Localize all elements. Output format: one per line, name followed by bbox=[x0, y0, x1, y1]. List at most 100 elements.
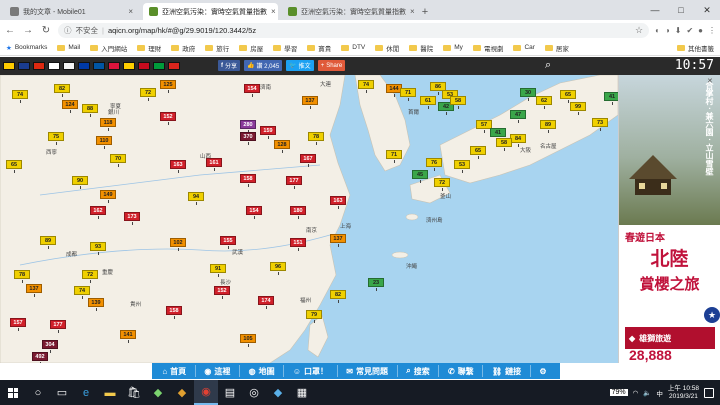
aqi-marker[interactable]: 75 bbox=[48, 132, 64, 145]
aqi-marker[interactable]: 159 bbox=[260, 126, 276, 139]
aqi-marker[interactable]: 102 bbox=[170, 238, 186, 251]
flag-vietnam-icon[interactable] bbox=[168, 62, 180, 70]
aqi-marker[interactable]: 74 bbox=[358, 80, 374, 93]
aqi-marker[interactable]: 72 bbox=[140, 88, 156, 101]
like-button[interactable]: 👍 讚 2,045 bbox=[244, 60, 283, 71]
aqi-marker[interactable]: 53 bbox=[454, 160, 470, 173]
flag-spain-icon[interactable] bbox=[138, 62, 150, 70]
aqi-marker[interactable]: 154 bbox=[246, 206, 262, 219]
edge-icon[interactable]: e bbox=[74, 380, 98, 405]
flag-myanmar-icon[interactable] bbox=[3, 62, 15, 70]
bookmark-item[interactable]: 電視劇 bbox=[472, 43, 503, 53]
aqi-marker[interactable]: 174 bbox=[258, 296, 274, 309]
aqi-marker[interactable]: 280 bbox=[240, 120, 256, 133]
aqi-marker[interactable]: 158 bbox=[166, 306, 182, 319]
app-icon[interactable]: ◆ bbox=[170, 380, 194, 405]
aqi-marker[interactable]: 139 bbox=[88, 298, 104, 311]
aqi-marker[interactable]: 110 bbox=[96, 136, 112, 149]
browser-tab[interactable]: 亞洲空氣污染：實時空氣質量指數 × bbox=[143, 3, 278, 20]
close-tab-icon[interactable]: × bbox=[410, 7, 415, 16]
aqi-marker[interactable]: 152 bbox=[160, 112, 176, 125]
new-tab-button[interactable]: + bbox=[417, 3, 433, 20]
advertisement[interactable]: 合掌村 · 兼六園 · 立山雪壁 ✕ 春遊日本 北陸 賞櫻之旅 ◆ 雄獅旅遊 ★… bbox=[618, 75, 720, 363]
file-explorer-icon[interactable]: ▬ bbox=[98, 380, 122, 405]
aqi-marker[interactable]: 84 bbox=[510, 134, 526, 147]
bookmark-item[interactable]: DTV bbox=[341, 43, 365, 53]
aqi-marker[interactable]: 58 bbox=[450, 96, 466, 109]
extension-icon[interactable]: ◑ bbox=[665, 26, 670, 35]
other-bookmarks[interactable]: 其他書籤 bbox=[677, 43, 714, 53]
aqi-marker[interactable]: 180 bbox=[290, 206, 306, 219]
bookmark-item[interactable]: Mail bbox=[57, 43, 80, 53]
bookmark-item[interactable]: 醫院 bbox=[409, 43, 433, 53]
aqi-marker[interactable]: 177 bbox=[286, 176, 302, 189]
aqi-marker[interactable]: 149 bbox=[100, 190, 116, 203]
aqi-marker[interactable]: 72 bbox=[434, 178, 450, 191]
minimize-button[interactable]: — bbox=[642, 0, 668, 20]
aqi-marker[interactable]: 88 bbox=[82, 104, 98, 117]
flag-korea-icon[interactable] bbox=[63, 62, 75, 70]
aqi-marker[interactable]: 70 bbox=[110, 154, 126, 167]
aqi-marker[interactable]: 61 bbox=[420, 96, 436, 109]
aqi-marker[interactable]: 167 bbox=[300, 154, 316, 167]
flag-uk-icon[interactable] bbox=[18, 62, 30, 70]
nav-location[interactable]: ◉ 這裡 bbox=[204, 366, 230, 377]
aqi-marker[interactable]: 137 bbox=[330, 234, 346, 247]
close-window-button[interactable]: ✕ bbox=[694, 0, 720, 20]
app-icon[interactable]: ◎ bbox=[242, 380, 266, 405]
flag-china-icon[interactable] bbox=[33, 62, 45, 70]
search-icon[interactable]: ⌕ bbox=[545, 59, 551, 72]
aqi-marker[interactable]: 128 bbox=[274, 140, 290, 153]
info-icon[interactable]: ⓘ bbox=[64, 25, 72, 36]
app-icon[interactable]: ▦ bbox=[290, 380, 314, 405]
aqi-marker[interactable]: 96 bbox=[270, 262, 286, 275]
ad-close-icon[interactable]: ✕ bbox=[707, 77, 716, 86]
nav-contact[interactable]: ✆ 聯繫 bbox=[448, 366, 474, 377]
ime-indicator[interactable]: 中 bbox=[656, 388, 663, 398]
app-icon[interactable]: ◆ bbox=[146, 380, 170, 405]
aqi-map[interactable]: 74 82 72 125 154 137 124 88 118 152 280 159 75 110 370… bbox=[0, 75, 618, 363]
aqi-marker[interactable]: 65 bbox=[560, 90, 576, 103]
bookmark-item[interactable]: 政府 bbox=[171, 43, 195, 53]
close-tab-icon[interactable]: × bbox=[128, 7, 133, 16]
bookmark-item[interactable]: 旅行 bbox=[205, 43, 229, 53]
aqi-marker[interactable]: 163 bbox=[170, 160, 186, 173]
aqi-marker[interactable]: 79 bbox=[306, 310, 322, 323]
aqi-marker[interactable]: 71 bbox=[400, 88, 416, 101]
aqi-marker[interactable]: 74 bbox=[12, 90, 28, 103]
aqi-marker[interactable]: 124 bbox=[62, 100, 78, 113]
nav-link[interactable]: ⛓ 鏈接 bbox=[492, 366, 521, 377]
aqi-marker[interactable]: 89 bbox=[40, 236, 56, 249]
aqi-marker[interactable]: 65 bbox=[6, 160, 22, 173]
extension-icon[interactable]: ✔ bbox=[686, 26, 693, 35]
browser-tab[interactable]: 我的文章 - Mobile01 × bbox=[4, 3, 139, 20]
aqi-marker[interactable]: 177 bbox=[50, 320, 66, 333]
aqi-marker[interactable]: 58 bbox=[496, 138, 512, 151]
bookmark-item[interactable]: 寶貴 bbox=[307, 43, 331, 53]
aqi-marker[interactable]: 155 bbox=[220, 236, 236, 249]
close-tab-icon[interactable]: × bbox=[271, 7, 276, 16]
aqi-marker[interactable]: 151 bbox=[290, 238, 306, 251]
battery-indicator[interactable]: 79% bbox=[609, 389, 628, 396]
menu-icon[interactable]: ⋮ bbox=[708, 26, 716, 35]
nav-globe[interactable]: ◍ 地圖 bbox=[249, 366, 275, 377]
aqi-marker[interactable]: 105 bbox=[240, 334, 256, 347]
aqi-marker[interactable]: 163 bbox=[330, 196, 346, 209]
aqi-marker[interactable]: 141 bbox=[120, 330, 136, 343]
maximize-button[interactable]: □ bbox=[668, 0, 694, 20]
back-icon[interactable]: ← bbox=[4, 25, 16, 36]
aqi-marker[interactable]: 23 bbox=[368, 278, 384, 291]
nav-faq[interactable]: ✉ 常見問題 bbox=[346, 366, 388, 377]
aqi-marker[interactable]: 162 bbox=[90, 206, 106, 219]
flag-japan-icon[interactable] bbox=[48, 62, 60, 70]
bookmark-item[interactable]: 入門網站 bbox=[90, 43, 127, 53]
clock[interactable]: 上午 10:58 2019/3/21 bbox=[668, 385, 699, 401]
store-icon[interactable]: 🛍 bbox=[122, 380, 146, 405]
aqi-marker[interactable]: 94 bbox=[188, 192, 204, 205]
bookmark-item[interactable]: 居家 bbox=[544, 43, 569, 53]
aqi-marker[interactable]: 492 bbox=[32, 352, 48, 363]
aqi-marker[interactable]: 30 bbox=[520, 88, 536, 101]
url-bar[interactable]: ⓘ 不安全 | aqicn.org/map/hk/#@g/29.9019/120… bbox=[58, 22, 650, 38]
nav-home[interactable]: ⌂ 首頁 bbox=[162, 366, 186, 377]
network-icon[interactable]: ◠ bbox=[633, 389, 639, 397]
